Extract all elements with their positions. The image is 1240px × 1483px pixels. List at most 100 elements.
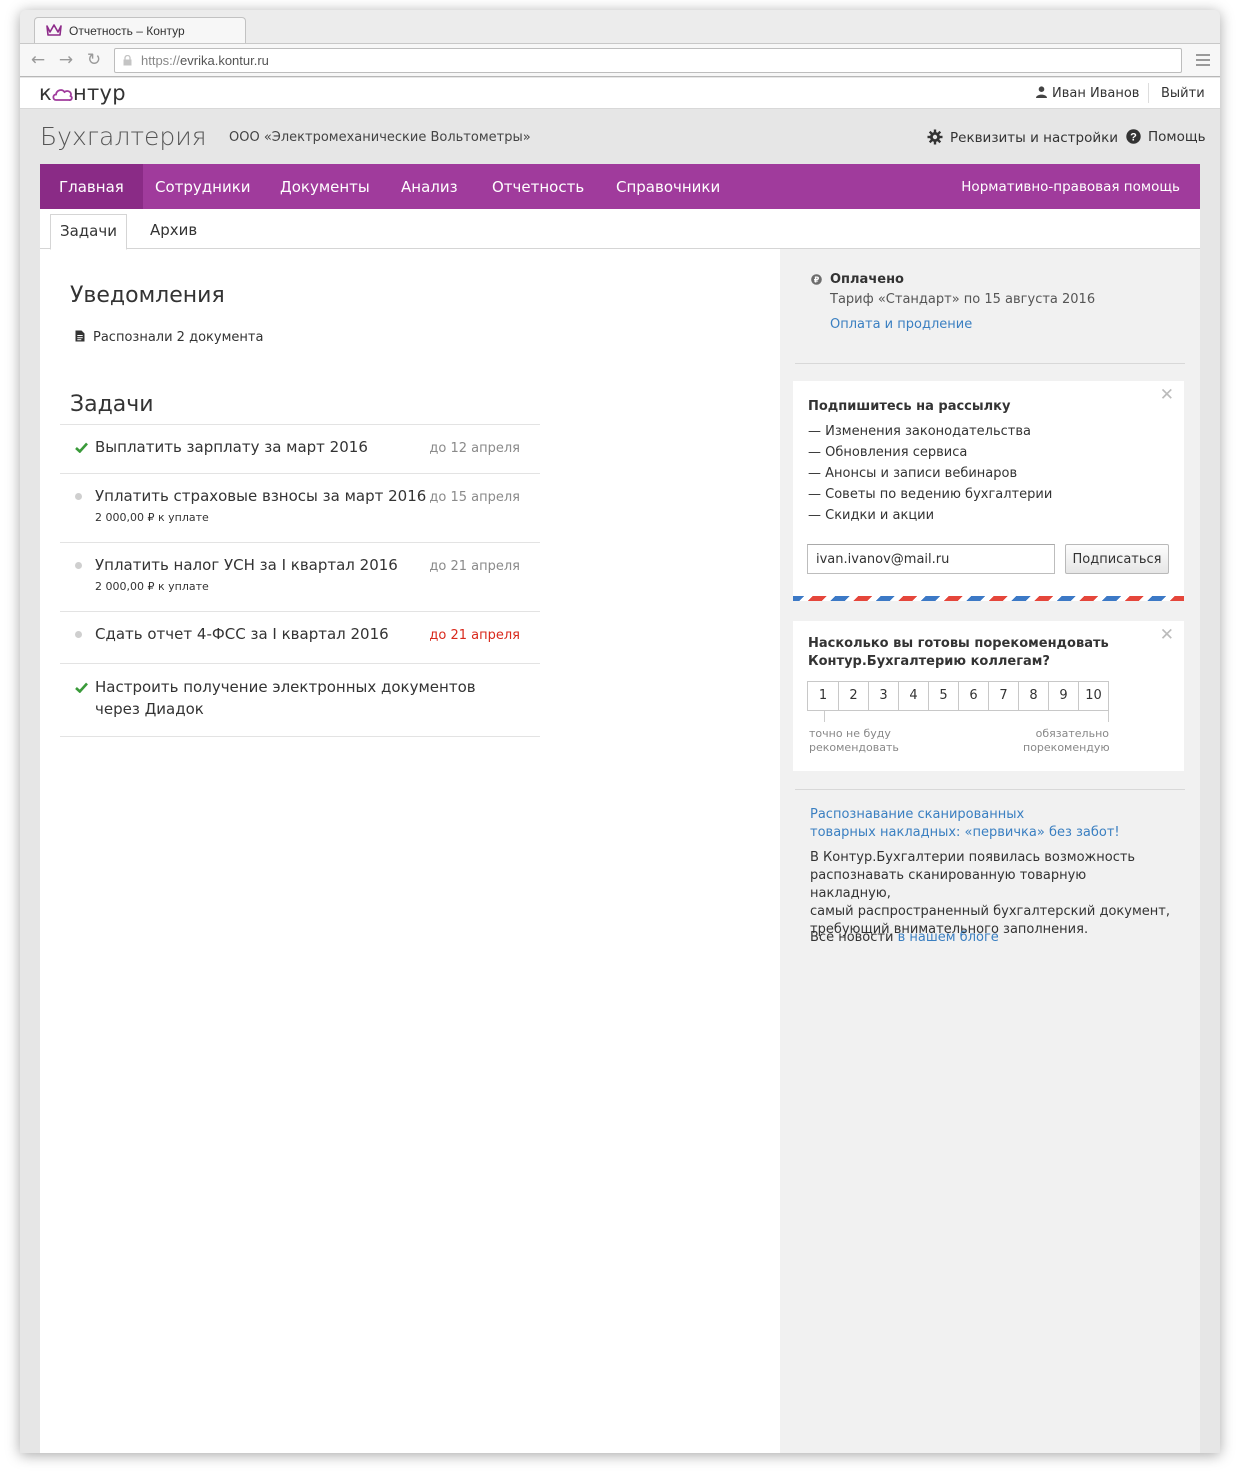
subscribe-button[interactable]: Подписаться [1065, 544, 1169, 574]
news-body-line: распознавать сканированную товарную накл… [810, 868, 1087, 901]
header-divider [1148, 83, 1149, 103]
task-amount: 2 000,00 ₽ к уплате [95, 511, 209, 524]
rating-option[interactable]: 8 [1018, 682, 1048, 710]
scale-high-line2: порекомендую [1023, 741, 1110, 754]
check-icon [75, 442, 88, 453]
help-link[interactable]: ? Помощь [1126, 129, 1206, 145]
svg-text:₽: ₽ [814, 276, 820, 285]
task-item[interactable]: Сдать отчет 4-ФСС за I квартал 2016 до 2… [60, 612, 540, 664]
nav-item-reports[interactable]: Отчетность [492, 164, 584, 209]
blog-link[interactable]: в нашем блоге [898, 930, 999, 945]
organization-name[interactable]: ООО «Электромеханические Вольтометры» [229, 130, 531, 145]
rating-option[interactable]: 4 [898, 682, 928, 710]
nav-item-references[interactable]: Справочники [616, 164, 720, 209]
close-icon[interactable]: ✕ [1160, 627, 1174, 644]
tab-tasks[interactable]: Задачи [50, 214, 127, 250]
notification-item[interactable]: Распознали 2 документа [75, 330, 263, 345]
lock-icon [123, 55, 132, 66]
task-amount: 2 000,00 ₽ к уплате [95, 580, 209, 593]
airmail-border [793, 596, 1184, 601]
rating-scale: 1 2 3 4 5 6 7 8 9 10 [807, 681, 1109, 711]
rating-option[interactable]: 1 [808, 682, 838, 710]
scale-low-label: точно не буду рекомендовать [809, 727, 899, 755]
all-news: Все новости в нашем блоге [810, 930, 999, 945]
user-icon [1036, 86, 1047, 98]
logout-link[interactable]: Выйти [1161, 86, 1205, 101]
task-title: Уплатить налог УСН за I квартал 2016 [95, 556, 398, 574]
forward-arrow-icon[interactable]: → [57, 51, 75, 69]
news-link-line1: Распознавание сканированных [810, 807, 1025, 822]
nav-item-documents[interactable]: Документы [280, 164, 370, 209]
tab-strip: Отчетность – Контур [20, 10, 1220, 44]
site-header: к нтур Иван Иванов Выйти [20, 78, 1220, 109]
subscribe-topic: — Анонсы и записи вебинаров [808, 466, 1018, 481]
scale-tick [1108, 711, 1109, 722]
task-item[interactable]: Выплатить зарплату за март 2016 до 12 ап… [60, 425, 540, 474]
nav-item-employees[interactable]: Сотрудники [155, 164, 251, 209]
task-list: Выплатить зарплату за март 2016 до 12 ап… [60, 424, 540, 737]
news-body: В Контур.Бухгалтерии появилась возможнос… [810, 849, 1170, 939]
browser-tab[interactable]: Отчетность – Контур [34, 17, 246, 44]
all-news-text: Все новости [810, 930, 894, 945]
settings-link[interactable]: Реквизиты и настройки [927, 129, 1118, 146]
nav-item-main[interactable]: Главная [40, 164, 143, 209]
document-icon [75, 330, 85, 342]
subscribe-topic: — Изменения законодательства [808, 424, 1031, 439]
sidebar-divider [795, 363, 1185, 364]
kontur-logo[interactable]: к нтур [39, 81, 126, 105]
subscribe-topic: — Советы по ведению бухгалтерии [808, 487, 1053, 502]
scale-low-line2: рекомендовать [809, 741, 899, 754]
task-title: Уплатить страховые взносы за март 2016 [95, 487, 427, 505]
subscribe-card: ✕ Подпишитесь на рассылку — Изменения за… [793, 381, 1184, 601]
payment-status: Оплачено [830, 272, 904, 287]
reload-icon[interactable]: ↻ [85, 51, 103, 69]
address-bar[interactable]: https://evrika.kontur.ru [114, 48, 1182, 73]
news-link[interactable]: Распознавание сканированных товарных нак… [810, 806, 1130, 842]
settings-label: Реквизиты и настройки [950, 130, 1119, 146]
help-icon: ? [1126, 129, 1141, 144]
rating-option[interactable]: 3 [868, 682, 898, 710]
email-field[interactable] [807, 544, 1055, 574]
user-name: Иван Иванов [1052, 86, 1140, 101]
browser-window: Отчетность – Контур ← → ↻ https://evrika… [20, 10, 1220, 1453]
rating-option[interactable]: 2 [838, 682, 868, 710]
notification-text: Распознали 2 документа [93, 330, 264, 345]
payment-link[interactable]: Оплата и продление [830, 317, 972, 332]
back-arrow-icon[interactable]: ← [29, 51, 47, 69]
logo-rest: нтур [72, 81, 126, 105]
svg-text:?: ? [1130, 132, 1137, 144]
sidebar-divider [795, 789, 1185, 790]
tab-archive[interactable]: Архив [141, 214, 206, 250]
browser-menu-icon[interactable] [1196, 54, 1210, 68]
scale-high-label: обязательно порекомендую [1023, 727, 1110, 755]
task-title: Выплатить зарплату за март 2016 [95, 438, 368, 456]
rating-option[interactable]: 6 [958, 682, 988, 710]
task-due: до 15 апреля [429, 490, 520, 505]
task-title-line1: Настроить получение электронных документ… [95, 678, 476, 696]
pending-dot-icon [75, 631, 82, 638]
task-title-line2: через Диадок [95, 700, 204, 718]
logo-k: к [39, 81, 52, 105]
task-item[interactable]: Настроить получение электронных документ… [60, 664, 540, 737]
news-body-line: В Контур.Бухгалтерии появилась возможнос… [810, 850, 1136, 865]
task-item[interactable]: Уплатить налог УСН за I квартал 2016 2 0… [60, 543, 540, 612]
url-host: evrika.kontur.ru [180, 53, 269, 68]
task-due: до 12 апреля [429, 441, 520, 456]
tasks-title: Задачи [70, 392, 154, 417]
nav-legal-help[interactable]: Нормативно-правовая помощь [961, 164, 1180, 209]
rating-option[interactable]: 7 [988, 682, 1018, 710]
gear-icon [927, 129, 943, 145]
ruble-coin-icon: ₽ [811, 274, 822, 285]
url-scheme: https:// [141, 53, 181, 68]
rating-option[interactable]: 10 [1078, 682, 1108, 710]
news-link-line2: товарных накладных: «первичка» без забот… [810, 825, 1120, 840]
task-item[interactable]: Уплатить страховые взносы за март 2016 2… [60, 474, 540, 543]
help-label: Помощь [1148, 129, 1206, 145]
rating-option[interactable]: 9 [1048, 682, 1078, 710]
logo-cloud-icon [52, 89, 73, 101]
nav-item-analysis[interactable]: Анализ [401, 164, 458, 209]
rating-option[interactable]: 5 [928, 682, 958, 710]
user-menu[interactable]: Иван Иванов [1036, 86, 1139, 101]
close-icon[interactable]: ✕ [1160, 387, 1174, 404]
notifications-title: Уведомления [70, 283, 225, 308]
